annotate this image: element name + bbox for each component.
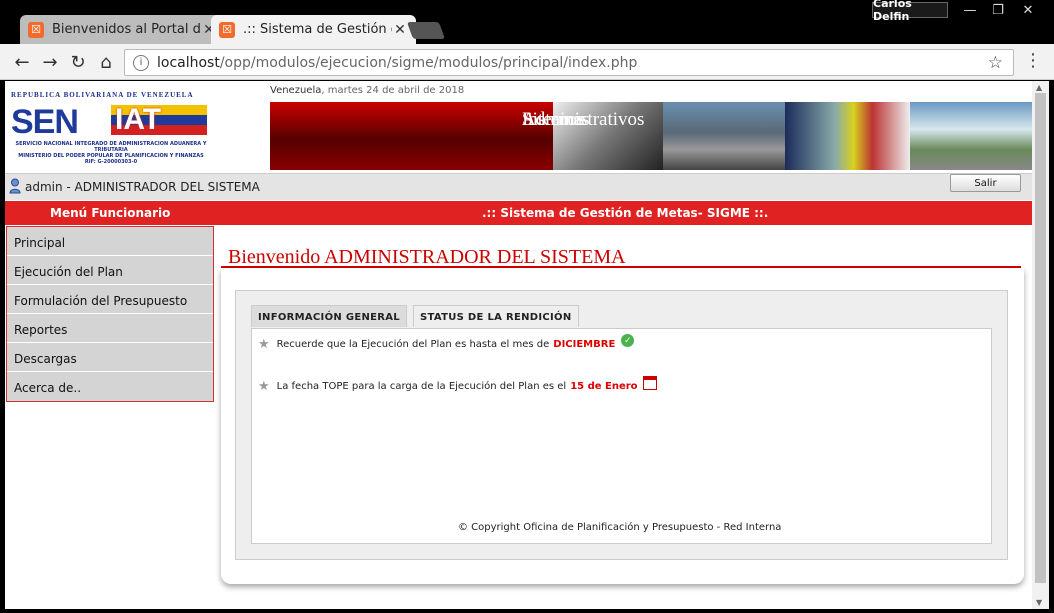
seniat-logo: REPUBLICA BOLIVARIANA DE VENEZUELA SEN I…	[11, 91, 207, 165]
close-window-button[interactable]: ✕	[1014, 2, 1042, 18]
web-page: REPUBLICA BOLIVARIANA DE VENEZUELA SEN I…	[5, 81, 1032, 609]
tab-content: ★ Recuerde que la Ejecución del Plan es …	[251, 328, 992, 544]
side-menu: Principal Ejecución del Plan Formulación…	[6, 226, 214, 402]
sidebar-item-ejecucion[interactable]: Ejecución del Plan	[7, 256, 213, 285]
title-divider	[221, 266, 1021, 268]
tab-strip: ☒ Bienvenidos al Portal de ✕ ☒ .:: Siste…	[0, 0, 1054, 44]
sidebar-item-formulacion[interactable]: Formulación del Presupuesto	[7, 285, 213, 314]
notice-deadline: ★ La fecha TOPE para la carga de la Ejec…	[258, 375, 657, 394]
xampp-icon: ☒	[219, 21, 235, 38]
new-tab-button[interactable]	[406, 22, 446, 39]
banner-title: Sistemas Administrativos Internos	[270, 102, 644, 170]
star-icon: ★	[258, 337, 270, 352]
sidebar-item-reportes[interactable]: Reportes	[7, 314, 213, 343]
close-tab-icon[interactable]: ✕	[392, 22, 408, 38]
sidebar-item-descargas[interactable]: Descargas	[7, 343, 213, 372]
vertical-scrollbar[interactable]: ▲ ▼	[1032, 81, 1049, 609]
tab-portal[interactable]: ☒ Bienvenidos al Portal de ✕	[20, 15, 225, 44]
header-banner: Sistemas Administrativos Internos	[270, 102, 1032, 170]
minimize-button[interactable]: —	[956, 2, 984, 18]
current-date: Venezuela, martes 24 de abril de 2018	[270, 85, 465, 96]
menu-heading: Menú Funcionario	[50, 206, 171, 220]
check-icon: ✓	[621, 334, 635, 347]
browser-menu-icon[interactable]: ⋮	[1024, 50, 1042, 71]
system-title: .:: Sistema de Gestión de Metas- SIGME :…	[482, 206, 769, 220]
sidebar-item-acerca[interactable]: Acerca de..	[7, 372, 213, 401]
logged-user: admin - ADMINISTRADOR DEL SISTEMA	[25, 180, 260, 194]
scroll-up-icon[interactable]: ▲	[1036, 83, 1042, 92]
flags-photo	[785, 102, 910, 170]
info-panel: INFORMACIÓN GENERAL STATUS DE LA RENDICI…	[235, 290, 1008, 560]
notice-plan: ★ Recuerde que la Ejecución del Plan es …	[258, 334, 635, 352]
logout-button[interactable]: Salir	[950, 174, 1021, 192]
info-icon[interactable]: i	[133, 54, 149, 71]
title-bar: Menú Funcionario .:: Sistema de Gestión …	[5, 201, 1032, 225]
tab-title: Bienvenidos al Portal de	[52, 22, 201, 37]
star-icon: ★	[258, 379, 270, 394]
xampp-icon: ☒	[28, 21, 44, 38]
profile-button[interactable]: Carlos Delfin	[872, 0, 948, 23]
scroll-thumb[interactable]	[1035, 93, 1046, 583]
reload-icon[interactable]: ↻	[66, 50, 90, 74]
tab-sigme[interactable]: ☒ .:: Sistema de Gestión de ✕	[211, 15, 416, 44]
aerial-photo	[910, 102, 1032, 170]
scroll-down-icon[interactable]: ▼	[1036, 598, 1042, 607]
user-icon	[9, 178, 21, 194]
back-icon[interactable]: ←	[10, 50, 34, 74]
browser-window: ☒ Bienvenidos al Portal de ✕ ☒ .:: Siste…	[0, 0, 1054, 613]
building-photo	[663, 102, 785, 170]
maximize-button[interactable]: ❐	[984, 2, 1012, 18]
tab-title: .:: Sistema de Gestión de	[243, 22, 392, 37]
tab-status-rendicion[interactable]: STATUS DE LA RENDICIÓN	[413, 305, 579, 327]
tab-informacion-general[interactable]: INFORMACIÓN GENERAL	[251, 305, 407, 327]
forward-icon[interactable]: →	[38, 50, 62, 74]
url-text: localhost/opp/modulos/ejecucion/sigme/mo…	[157, 54, 638, 71]
sidebar-item-principal[interactable]: Principal	[7, 227, 213, 256]
calendar-icon	[642, 375, 657, 390]
home-icon[interactable]: ⌂	[94, 50, 118, 74]
browser-toolbar: ← → ↻ ⌂ i localhost/opp/modulos/ejecucio…	[0, 44, 1054, 80]
bookmark-star-icon[interactable]: ☆	[988, 53, 1003, 73]
user-bar: admin - ADMINISTRADOR DEL SISTEMA Salir	[5, 173, 1032, 200]
address-bar[interactable]: i localhost/opp/modulos/ejecucion/sigme/…	[124, 49, 1014, 76]
copyright-text: © Copyright Oficina de Planificación y P…	[458, 522, 782, 533]
